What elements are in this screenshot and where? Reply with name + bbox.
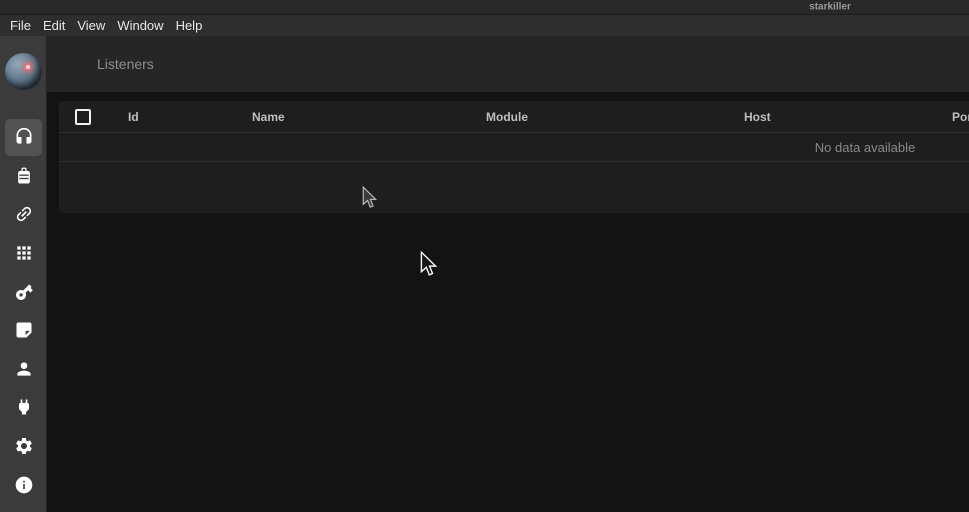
- sidebar-item-about[interactable]: [0, 465, 47, 504]
- sidebar-item-listeners[interactable]: [0, 118, 47, 157]
- starkiller-app-window: starkiller File Edit View Window Help: [0, 0, 969, 512]
- column-header-host[interactable]: Host: [744, 101, 771, 133]
- column-header-id[interactable]: Id: [128, 101, 139, 133]
- menu-window[interactable]: Window: [111, 15, 169, 36]
- no-data-text: No data available: [815, 133, 915, 162]
- sidebar-nav: [0, 118, 47, 504]
- page-title: Listeners: [97, 56, 154, 72]
- table-empty-row: No data available: [59, 133, 969, 162]
- info-icon: [14, 475, 34, 495]
- main-content: Id Name Module Host Port No data availab…: [47, 92, 969, 512]
- headset-icon: [14, 127, 34, 147]
- menu-view[interactable]: View: [71, 15, 111, 36]
- listeners-toolbar: Listeners: [47, 36, 969, 92]
- luggage-icon: [14, 166, 34, 186]
- column-header-name[interactable]: Name: [252, 101, 285, 133]
- sidebar-item-stagers[interactable]: [0, 157, 47, 196]
- menu-edit[interactable]: Edit: [37, 15, 71, 36]
- sidebar-item-users[interactable]: [0, 350, 47, 389]
- key-icon: [14, 282, 34, 302]
- sidebar: [0, 36, 47, 512]
- window-title: starkiller: [809, 2, 851, 13]
- listeners-table: Id Name Module Host Port No data availab…: [59, 101, 969, 213]
- person-icon: [14, 359, 34, 379]
- table-footer: [59, 162, 969, 212]
- menubar: File Edit View Window Help: [0, 15, 969, 36]
- gear-icon: [14, 436, 34, 456]
- window-titlebar: starkiller: [0, 0, 969, 15]
- sidebar-item-credentials[interactable]: [0, 272, 47, 311]
- column-header-module[interactable]: Module: [486, 101, 528, 133]
- sidebar-item-settings[interactable]: [0, 427, 47, 466]
- table-header-row: Id Name Module Host Port: [59, 101, 969, 133]
- apps-grid-icon: [14, 243, 34, 263]
- plug-icon: [14, 397, 34, 417]
- sidebar-item-reporting[interactable]: [0, 311, 47, 350]
- select-all-checkbox[interactable]: [75, 109, 91, 125]
- column-header-port[interactable]: Port: [952, 101, 969, 133]
- sidebar-item-plugins[interactable]: [0, 388, 47, 427]
- sidebar-item-link[interactable]: [0, 195, 47, 234]
- starkiller-logo: [5, 53, 42, 90]
- note-icon: [14, 320, 34, 340]
- menu-help[interactable]: Help: [170, 15, 209, 36]
- link-icon: [14, 204, 34, 224]
- menu-file[interactable]: File: [4, 15, 37, 36]
- sidebar-item-modules[interactable]: [0, 234, 47, 273]
